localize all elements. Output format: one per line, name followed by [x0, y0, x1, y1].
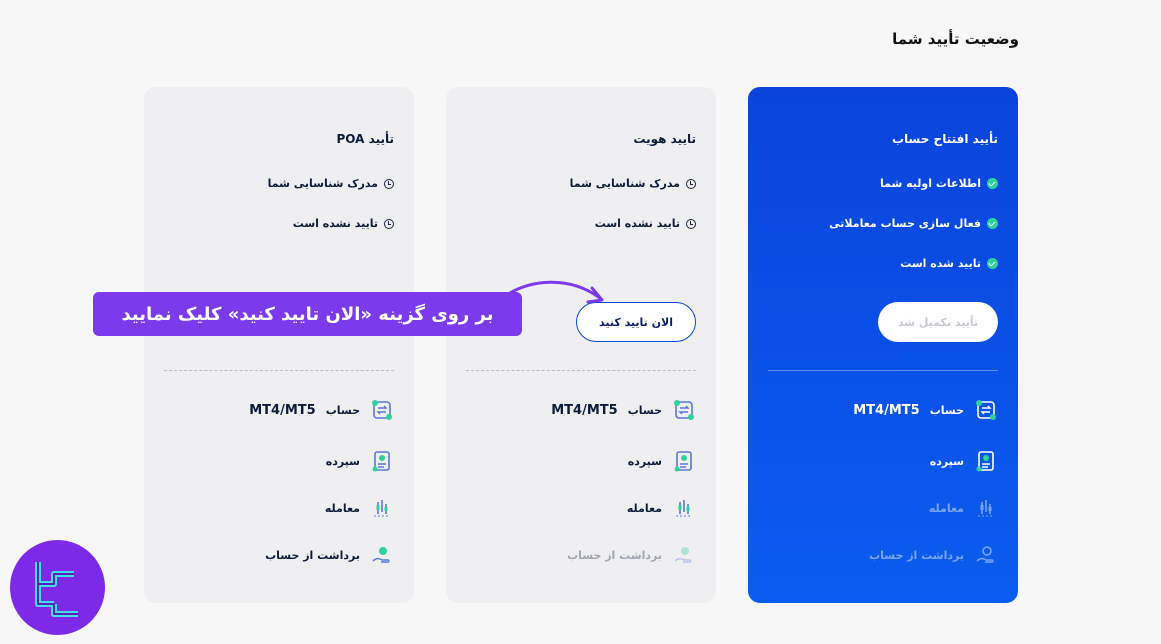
- feature-withdraw: برداشت از حساب: [567, 543, 696, 567]
- sync-account-icon: [674, 400, 694, 420]
- account-platform: MT4/MT5: [551, 402, 618, 418]
- divider: [768, 370, 998, 371]
- card-title: تأیید افتتاح حساب: [891, 132, 998, 146]
- feature-deposit: سپرده: [930, 449, 998, 473]
- candlestick-icon: [978, 500, 994, 517]
- account-prefix: حساب: [627, 403, 662, 417]
- account-platform: MT4/MT5: [853, 402, 920, 418]
- feature-label: معامله: [928, 501, 964, 515]
- step-label: فعال سازی حساب معاملاتی: [829, 217, 981, 230]
- step-label: اطلاعات اولیه شما: [879, 177, 981, 190]
- deposit-receipt-icon: [674, 451, 692, 472]
- feature-label: برداشت از حساب: [869, 548, 964, 562]
- brand-logo: [10, 540, 105, 635]
- feature-label: معامله: [324, 501, 360, 515]
- step-id-document: مدرک شناسایی شما: [268, 177, 394, 190]
- verification-card-account-opening: تأیید افتتاح حساب اطلاعات اولیه شما فعال…: [748, 87, 1018, 603]
- check-circle-icon: [987, 258, 998, 269]
- deposit-receipt-icon: [372, 451, 390, 472]
- step-label: تایید شده است: [900, 257, 981, 270]
- feature-label: سپرده: [929, 454, 964, 468]
- sync-account-icon: [372, 400, 392, 420]
- verification-card-poa: تأیید POA مدرک شناسایی شما تایید نشده اس…: [144, 87, 414, 603]
- feature-trade: معامله: [929, 496, 998, 520]
- candlestick-icon: [374, 500, 390, 517]
- check-circle-icon: [987, 218, 998, 229]
- logo-icon: [35, 562, 78, 617]
- page-title: وضعیت تأیید شما: [892, 30, 1019, 48]
- verification-card-identity: تایید هویت مدرک شناسایی شما تایید نشده ا…: [446, 87, 716, 603]
- hand-coin-icon: [674, 547, 692, 563]
- clock-icon: [384, 218, 394, 229]
- feature-label: سپرده: [627, 454, 662, 468]
- feature-deposit: سپرده: [628, 449, 696, 473]
- account-prefix: حساب: [929, 403, 964, 417]
- step-trading-account: فعال سازی حساب معاملاتی: [829, 217, 998, 230]
- feature-account: حساب MT4/MT5: [249, 398, 394, 422]
- feature-deposit: سپرده: [326, 449, 394, 473]
- feature-label: سپرده: [325, 454, 360, 468]
- step-label: تایید نشده است: [292, 217, 378, 230]
- sync-account-icon: [976, 400, 996, 420]
- check-circle-icon: [987, 178, 998, 189]
- feature-label: معامله: [626, 501, 662, 515]
- feature-withdraw: برداشت از حساب: [265, 543, 394, 567]
- step-label: مدرک شناسایی شما: [267, 177, 378, 190]
- instruction-callout: بر روی گزینه «الان تایید کنید» کلیک نمای…: [93, 292, 522, 336]
- divider: [466, 370, 696, 371]
- hand-coin-icon: [372, 547, 390, 563]
- candlestick-icon: [676, 500, 692, 517]
- deposit-receipt-icon: [976, 451, 994, 472]
- clock-icon: [686, 218, 696, 229]
- step-basic-info: اطلاعات اولیه شما: [880, 177, 998, 190]
- step-label: مدرک شناسایی شما: [569, 177, 680, 190]
- feature-label: برداشت از حساب: [265, 548, 360, 562]
- feature-account: حساب MT4/MT5: [551, 398, 696, 422]
- divider: [164, 370, 394, 371]
- feature-trade: معامله: [325, 496, 394, 520]
- card-title: تایید هویت: [633, 132, 696, 146]
- clock-icon: [384, 178, 394, 189]
- card-title: تأیید POA: [336, 132, 395, 146]
- feature-label: برداشت از حساب: [567, 548, 662, 562]
- step-id-document: مدرک شناسایی شما: [570, 177, 696, 190]
- account-platform: MT4/MT5: [249, 402, 316, 418]
- hand-coin-icon: [976, 546, 994, 563]
- step-not-verified: تایید نشده است: [595, 217, 696, 230]
- step-verified: تایید شده است: [900, 257, 998, 270]
- feature-account: حساب MT4/MT5: [853, 398, 998, 422]
- account-prefix: حساب: [325, 403, 360, 417]
- feature-trade: معامله: [627, 496, 696, 520]
- clock-icon: [686, 178, 696, 189]
- verification-complete-button: تأیید تکمیل شد: [878, 302, 998, 342]
- step-label: تایید نشده است: [594, 217, 680, 230]
- step-not-verified: تایید نشده است: [293, 217, 394, 230]
- feature-withdraw: برداشت از حساب: [869, 543, 998, 567]
